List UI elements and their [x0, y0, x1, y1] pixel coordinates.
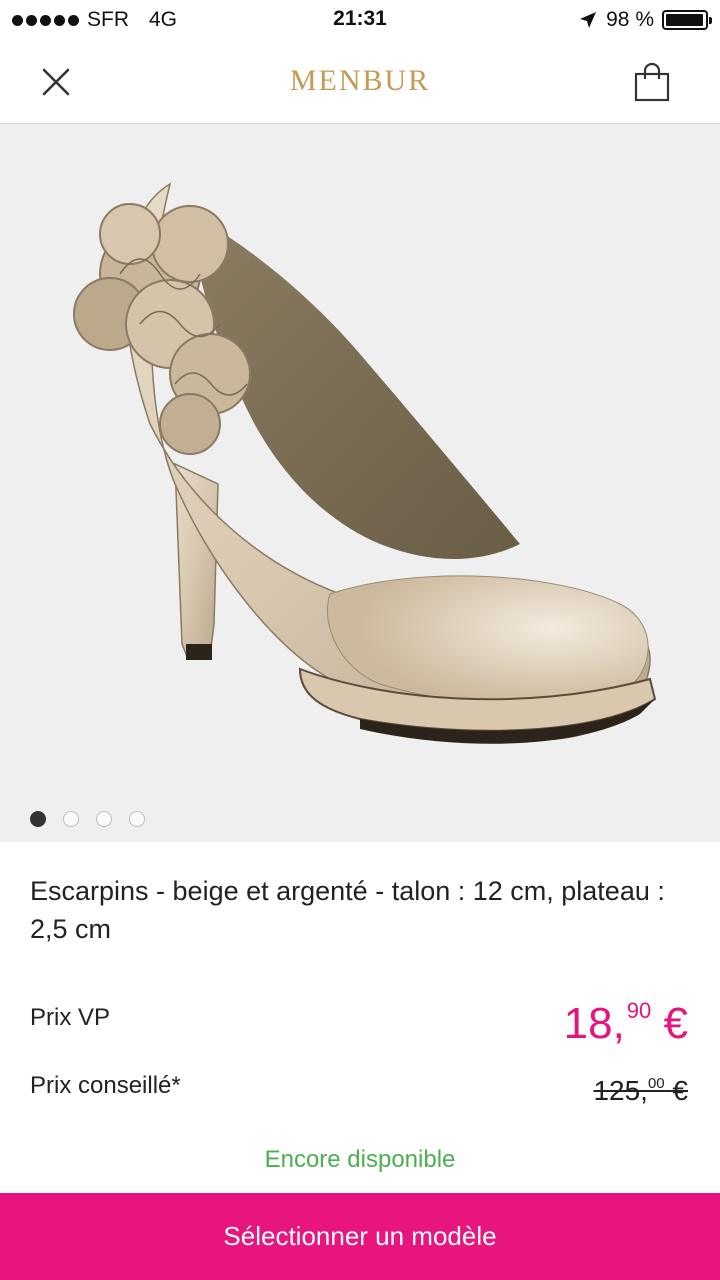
- gallery-dot[interactable]: [30, 811, 46, 827]
- gallery-dot[interactable]: [129, 811, 145, 827]
- cart-button[interactable]: [624, 54, 680, 110]
- gallery-dot[interactable]: [96, 811, 112, 827]
- rrp-price-currency: €: [672, 1075, 688, 1106]
- battery-icon: [662, 10, 712, 30]
- sale-price: 18,90 €: [564, 986, 688, 1049]
- brand-logo: MENBUR: [289, 64, 431, 97]
- sale-price-currency: €: [663, 999, 688, 1048]
- gallery-dot[interactable]: [63, 811, 79, 827]
- sale-price-cents: 90: [626, 998, 652, 1023]
- location-arrow-icon: [580, 12, 597, 28]
- sale-price-int: 18,: [563, 999, 625, 1048]
- shoe-illustration: [73, 182, 657, 744]
- rrp-price: 125,00 €: [593, 1066, 688, 1109]
- gallery-pagination: [30, 811, 145, 827]
- product-title: Escarpins - beige et argenté - talon : 1…: [30, 876, 665, 944]
- battery-fill: [666, 14, 704, 26]
- rrp-price-cents: 00: [647, 1075, 665, 1092]
- header: MENBUR: [0, 40, 720, 124]
- status-right: 98 %: [578, 8, 712, 32]
- rrp-price-int: 125,: [593, 1075, 648, 1106]
- shopping-bag-icon: [634, 62, 670, 102]
- rrp-label: Prix conseillé*: [30, 1072, 181, 1099]
- availability-status: Encore disponible: [264, 1146, 456, 1173]
- status-bar: SFR 4G 21:31 98 %: [0, 0, 720, 40]
- product-image[interactable]: [0, 124, 720, 842]
- price-label: Prix VP: [30, 1004, 111, 1031]
- select-model-button[interactable]: Sélectionner un modèle: [0, 1193, 720, 1280]
- battery-percentage: 98 %: [606, 8, 654, 31]
